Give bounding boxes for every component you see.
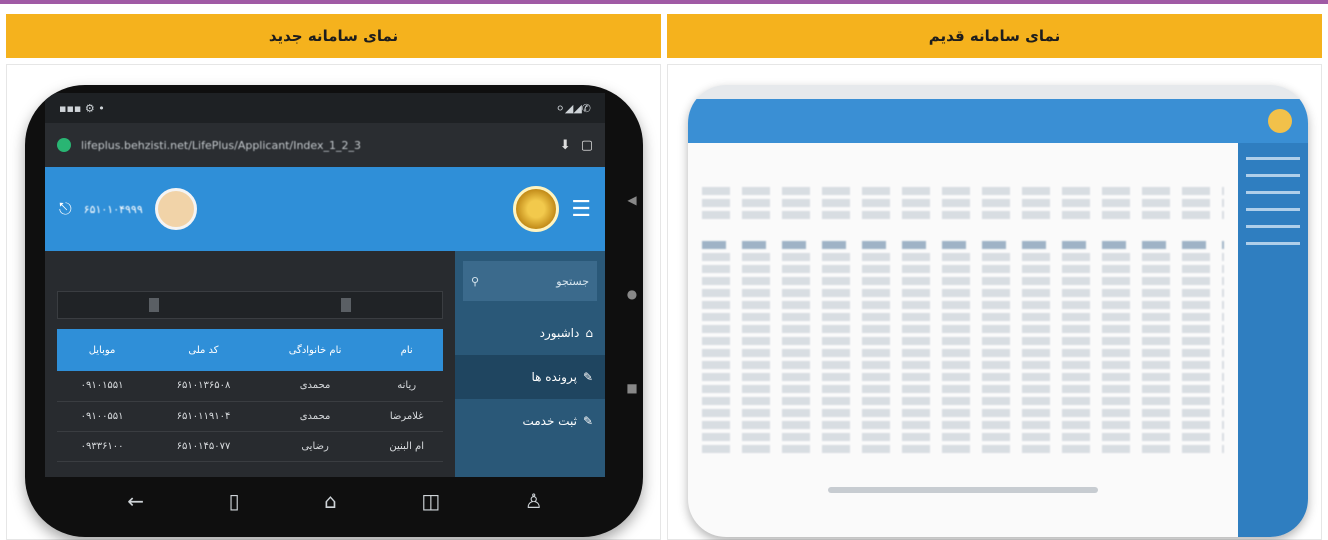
status-left-icons: ▪▪▪ ⚙ •	[59, 101, 105, 115]
phone-side-buttons: ◀ ● ■	[625, 193, 639, 395]
edit-icon: ✎	[582, 414, 593, 428]
avatar[interactable]	[154, 188, 197, 230]
phone-nav-bar: ← ▯ ⌂ ◫ ♙	[85, 479, 585, 523]
back-icon[interactable]: ←	[127, 489, 144, 513]
phone-screenshot: ▪▪▪ ⚙ • ⚪◢◢✆ lifeplus.behzisti.net/LifeP…	[25, 85, 643, 537]
filter-handle[interactable]	[149, 298, 159, 312]
back-triangle-icon[interactable]: ◀	[627, 193, 636, 207]
old-system-screenshot	[688, 85, 1308, 537]
table-row[interactable]: غلامرضا محمدی ۶۵۱۰۱۱۹۱۰۴ ۰۹۱۰۰۵۵۱	[57, 401, 443, 432]
new-system-panel: ▪▪▪ ⚙ • ⚪◢◢✆ lifeplus.behzisti.net/LifeP…	[6, 64, 661, 540]
home-icon[interactable]: ⌂	[324, 489, 337, 513]
filter-row	[57, 291, 443, 319]
col-header[interactable]: کد ملی	[147, 329, 260, 371]
status-right-icons: ⚪◢◢✆	[555, 101, 591, 115]
secure-icon	[57, 138, 71, 152]
search-placeholder: جستجو	[556, 274, 589, 288]
phone-screen: ▪▪▪ ⚙ • ⚪◢◢✆ lifeplus.behzisti.net/LifeP…	[45, 93, 605, 477]
url-text: lifeplus.behzisti.net/LifePlus/Applicant…	[81, 138, 361, 152]
table-row[interactable]: ام البنین رضایی ۶۵۱۰۱۴۵۰۷۷ ۰۹۳۳۶۱۰۰	[57, 431, 443, 462]
menu-icon[interactable]: ☰	[571, 197, 591, 222]
gamepad-icon[interactable]: ◫	[421, 489, 440, 513]
new-system-column: نمای سامانه جدید ▪▪▪ ⚙ • ⚪◢◢✆ lifeplus.b…	[6, 14, 661, 540]
logout-icon[interactable]: ⎋	[59, 199, 72, 219]
col-header[interactable]: نام	[370, 329, 443, 371]
horizontal-scrollbar	[828, 487, 1098, 493]
top-accent-line	[0, 0, 1328, 4]
sidebar-item-dashboard[interactable]: ⌂ داشبورد	[455, 311, 605, 355]
col-header[interactable]: موبایل	[57, 329, 148, 371]
desktop-data-grid	[688, 143, 1238, 537]
browser-toolbar	[688, 85, 1308, 99]
edit-icon: ✎	[582, 370, 593, 384]
app-content: نام نام خانوادگی کد ملی موبایل ریانه محم…	[45, 251, 605, 477]
status-bar: ▪▪▪ ⚙ • ⚪◢◢✆	[45, 93, 605, 123]
main-area: نام نام خانوادگی کد ملی موبایل ریانه محم…	[45, 251, 455, 477]
browser-actions: ⬇ ▢	[560, 138, 593, 153]
logo-icon	[1268, 109, 1292, 133]
old-system-column: نمای سامانه قدیم	[667, 14, 1322, 540]
old-system-panel	[667, 64, 1322, 540]
search-icon: ⚲	[471, 274, 480, 288]
app-sidebar: جستجو ⚲ ⌂ داشبورد ✎ پرونده ها ✎ ثبت خدمت	[455, 251, 605, 477]
applicants-table: نام نام خانوادگی کد ملی موبایل ریانه محم…	[57, 329, 443, 462]
col-header[interactable]: نام خانوادگی	[259, 329, 371, 371]
table-row[interactable]: ریانه محمدی ۶۵۱۰۱۳۶۵۰۸ ۰۹۱۰۱۵۵۱	[57, 371, 443, 402]
home-icon: ⌂	[585, 326, 593, 340]
search-input[interactable]: جستجو ⚲	[463, 261, 597, 301]
header-new: نمای سامانه جدید	[6, 14, 661, 58]
download-icon[interactable]: ⬇	[560, 138, 571, 153]
recent-square-icon[interactable]: ■	[626, 381, 637, 395]
sidebar-item-register-service[interactable]: ✎ ثبت خدمت	[455, 399, 605, 443]
user-id: ۶۵۱۰۱۰۴۹۹۹	[83, 202, 143, 216]
home-circle-icon[interactable]: ●	[627, 287, 637, 301]
app-header: ☰ ۶۵۱۰۱۰۴۹۹۹ ⎋	[45, 167, 605, 251]
logo-icon	[513, 186, 560, 232]
tabs-icon[interactable]: ▢	[581, 138, 593, 153]
desktop-header	[688, 99, 1308, 143]
desktop-sidebar	[1238, 143, 1308, 537]
filter-handle[interactable]	[341, 298, 351, 312]
header-old: نمای سامانه قدیم	[667, 14, 1322, 58]
sidebar-item-files[interactable]: ✎ پرونده ها	[455, 355, 605, 399]
user-icon[interactable]: ♙	[525, 489, 543, 513]
book-icon[interactable]: ▯	[229, 489, 240, 513]
browser-url-bar[interactable]: lifeplus.behzisti.net/LifePlus/Applicant…	[45, 123, 605, 167]
